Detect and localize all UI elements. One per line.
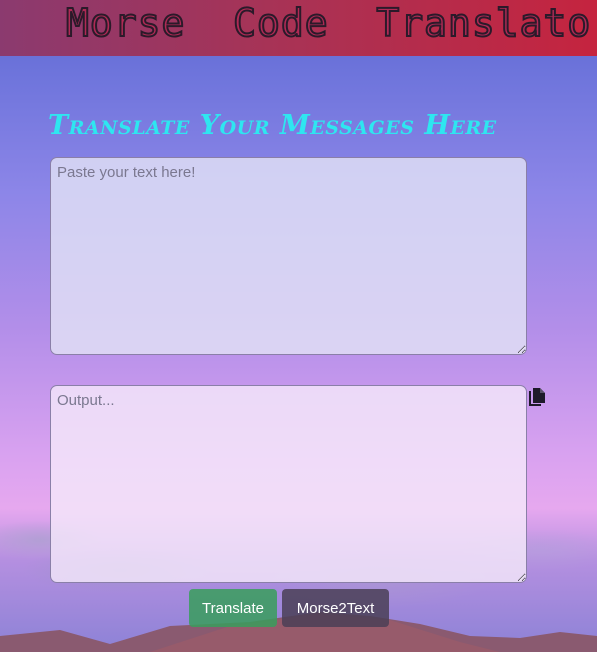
app-title: Morse Code Translator [65,0,597,46]
translate-button[interactable]: Translate [189,589,277,627]
output-textarea[interactable] [50,385,527,583]
app-header: Morse Code Translator [0,0,597,56]
copy-icon[interactable] [529,388,545,406]
morse2text-button[interactable]: Morse2Text [282,589,389,627]
text-input[interactable] [50,157,527,355]
page-tagline: Translate Your Messages Here [48,110,497,141]
